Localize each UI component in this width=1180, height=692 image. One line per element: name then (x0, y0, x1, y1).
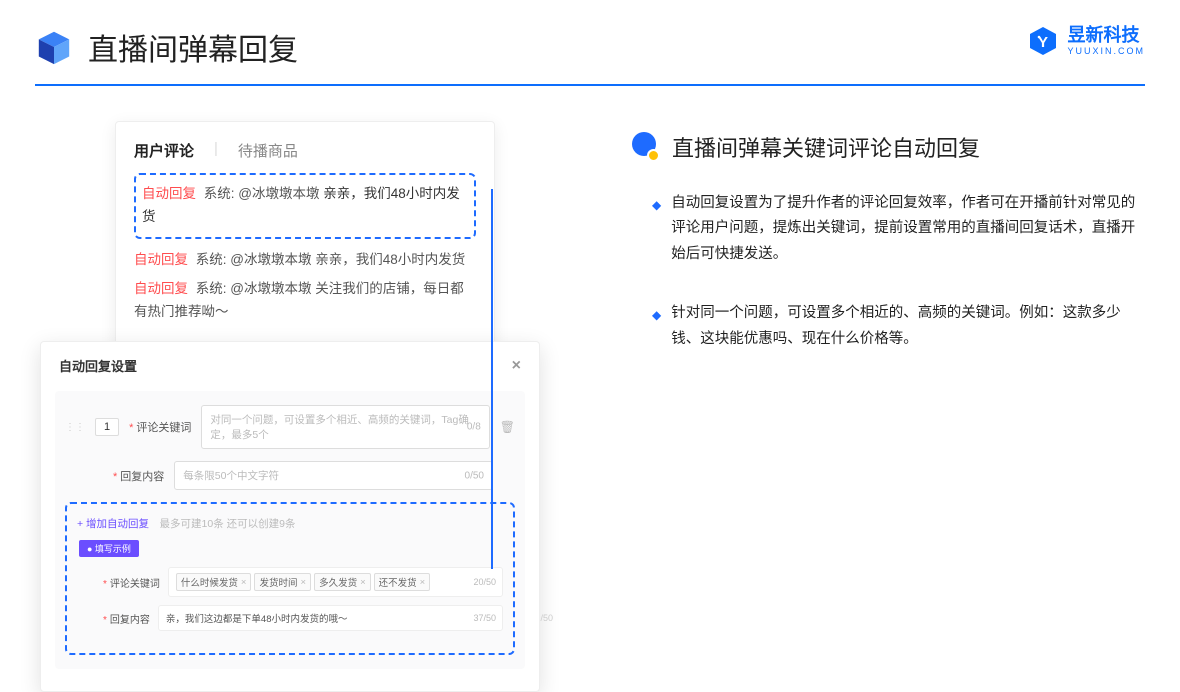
example-badge: ● 填写示例 (79, 540, 139, 557)
example-content-input[interactable]: 亲，我们这边都是下单48小时内发货的哦～ 37/50 (158, 605, 503, 631)
modal-title: 自动回复设置 (59, 356, 137, 375)
bullet-item: ◆ 针对同一个问题，可设置多个相近的、高频的关键词。例如：这款多少钱、这块能优惠… (652, 301, 1140, 352)
add-auto-reply-link[interactable]: + 增加自动回复 (77, 518, 149, 530)
page-title: 直播间弹幕回复 (88, 25, 298, 69)
section-title: 直播间弹幕关键词评论自动回复 (672, 131, 980, 163)
tag-chip[interactable]: 还不发货× (374, 573, 431, 591)
bullet-item: ◆ 自动回复设置为了提升作者的评论回复效率，作者可在开播前针对常见的评论用户问题… (652, 191, 1140, 267)
tab-pending-goods[interactable]: 待播商品 (238, 140, 298, 161)
diamond-icon: ◆ (652, 195, 661, 267)
drag-handle-icon[interactable]: ⋮⋮ (65, 422, 85, 433)
bubble-icon (630, 132, 660, 162)
tag-chip[interactable]: 多久发货× (314, 573, 371, 591)
highlighted-comment: 自动回复 系统: @冰墩墩本墩 亲亲，我们48小时内发货 (134, 173, 476, 239)
tab-user-comments[interactable]: 用户评论 (134, 140, 194, 161)
close-icon[interactable]: × (512, 357, 521, 375)
brand-logo: Y 昱新科技 YUUXIN.COM (1027, 25, 1145, 57)
keyword-input[interactable]: 对同一个问题，可设置多个相近、高频的关键词，Tag确定，最多5个 0/8 (201, 405, 489, 449)
cube-icon (35, 28, 73, 66)
example-section: + 增加自动回复 最多可建10条 还可以创建9条 ● 填写示例 *评论关键词 什… (65, 502, 515, 655)
comment-row: 自动回复 系统: @冰墩墩本墩 关注我们的店铺，每日都有热门推荐呦～ (134, 278, 476, 324)
reply-content-input[interactable]: 每条限50个中文字符 0/50 (174, 461, 493, 490)
diamond-icon: ◆ (652, 305, 661, 352)
order-number: 1 (95, 418, 119, 436)
comments-card: 用户评论 | 待播商品 自动回复 系统: @冰墩墩本墩 亲亲，我们48小时内发货… (115, 121, 495, 353)
auto-reply-settings-modal: 自动回复设置 × ⋮⋮ 1 *评论关键词 对同一个问题，可设置多个相近、高频的关… (40, 341, 540, 692)
tag-chip[interactable]: 发货时间× (254, 573, 311, 591)
connector-line (491, 189, 493, 569)
example-keyword-input[interactable]: 什么时候发货× 发货时间× 多久发货× 还不发货× 20/50 (168, 567, 503, 597)
trash-icon[interactable]: 🗑 (500, 420, 515, 434)
tag-chip[interactable]: 什么时候发货× (176, 573, 252, 591)
comment-row: 自动回复 系统: @冰墩墩本墩 亲亲，我们48小时内发货 (134, 249, 476, 272)
